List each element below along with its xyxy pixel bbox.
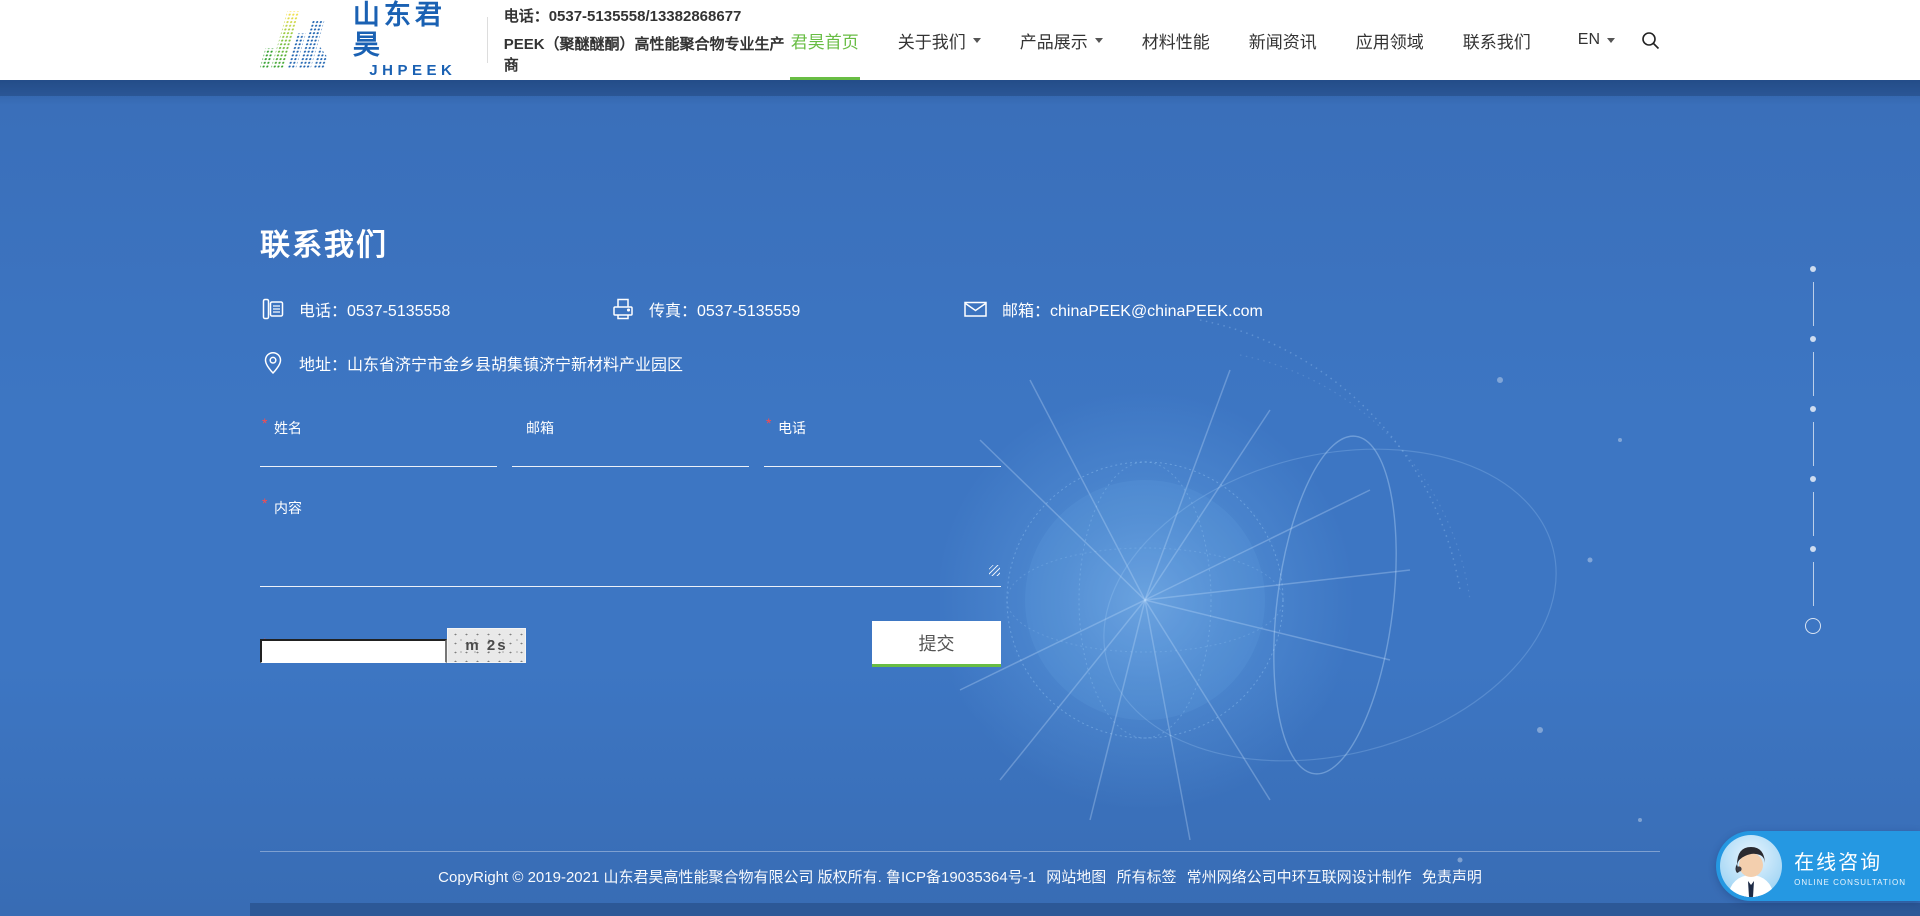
contact-hero-section: 联系我们 电话：0537-5135558	[0, 80, 1920, 916]
contact-email-text: 邮箱：chinaPEEK@chinaPEEK.com	[1002, 297, 1263, 321]
section-ring[interactable]	[1805, 618, 1821, 634]
nav-item-products[interactable]: 产品展示	[1019, 0, 1104, 80]
copyright-text: CopyRight © 2019-2021 山东君昊高性能聚合物有限公司 版权所…	[438, 869, 1036, 886]
contact-email: 邮箱：chinaPEEK@chinaPEEK.com	[962, 296, 1263, 322]
contact-phone: 电话：0537-5135558	[260, 296, 450, 322]
content-field-wrap: 内容	[260, 498, 1001, 582]
main-nav: 君昊首页 关于我们 产品展示 材料性能 新闻资讯 应用领域 联系我们	[790, 0, 1532, 80]
textarea-resize-handle[interactable]	[989, 565, 1000, 576]
footer-link-disclaimer[interactable]: 免责声明	[1422, 869, 1482, 886]
online-consultation-widget[interactable]: 在线咨询 ONLINE CONSULTATION	[1716, 831, 1920, 901]
email-field-wrap: 邮箱	[512, 418, 749, 463]
consultant-photo-icon	[1720, 835, 1782, 897]
contact-fax: 传真：0537-5135559	[610, 296, 800, 322]
footer-link-designer[interactable]: 常州网络公司中环互联网设计制作	[1187, 869, 1412, 886]
content-field-label: 内容	[274, 498, 1001, 518]
logo-bars-icon	[260, 8, 349, 72]
consultation-label-cn: 在线咨询	[1794, 846, 1906, 875]
page-title: 联系我们	[260, 220, 388, 264]
section-dot[interactable]	[1810, 336, 1816, 342]
captcha-image[interactable]: m 2s	[447, 628, 526, 663]
phone-field-label: 电话	[778, 418, 1001, 438]
section-dot[interactable]	[1810, 476, 1816, 482]
section-line	[1813, 352, 1814, 396]
nav-item-material[interactable]: 材料性能	[1141, 0, 1211, 80]
logo-text-cn: 山东君昊	[353, 1, 473, 60]
site-header: 山东君昊 JHPEEK 电话：0537-5135558/13382868677 …	[0, 0, 1920, 80]
search-button[interactable]	[1641, 31, 1660, 50]
company-logo[interactable]: 山东君昊 JHPEEK	[260, 1, 473, 78]
footer-link-tags[interactable]: 所有标签	[1116, 869, 1176, 886]
contact-fax-text: 传真：0537-5135559	[649, 297, 800, 321]
section-dot[interactable]	[1810, 266, 1816, 272]
contact-address: 地址：山东省济宁市金乡县胡集镇济宁新材料产业园区	[260, 350, 683, 376]
language-switcher[interactable]: EN	[1578, 31, 1615, 49]
footer-link-sitemap[interactable]: 网站地图	[1046, 869, 1106, 886]
section-dot[interactable]	[1810, 406, 1816, 412]
email-field-label: 邮箱	[526, 418, 749, 438]
email-input[interactable]	[512, 438, 749, 467]
captcha-field-wrap: 验证码	[260, 621, 447, 667]
section-line	[1813, 562, 1814, 606]
footer-divider	[260, 851, 1660, 852]
captcha-input[interactable]	[260, 639, 447, 663]
phone-field-wrap: 电话	[764, 418, 1001, 463]
section-line	[1813, 282, 1814, 326]
mail-icon	[962, 296, 989, 322]
nav-item-home[interactable]: 君昊首页	[790, 0, 860, 80]
chevron-down-icon	[1095, 38, 1103, 43]
logo-text-en: JHPEEK	[353, 62, 473, 79]
name-field-label: 姓名	[274, 418, 497, 438]
header-phone-line: 电话：0537-5135558/13382868677	[504, 5, 790, 26]
location-pin-icon	[260, 350, 286, 376]
header-tagline: PEEK（聚醚醚酮）高性能聚合物专业生产商	[504, 33, 790, 75]
section-dot[interactable]	[1810, 546, 1816, 552]
consultation-label-en: ONLINE CONSULTATION	[1794, 878, 1906, 887]
footer-copyright: CopyRight © 2019-2021 山东君昊高性能聚合物有限公司 版权所…	[260, 866, 1660, 887]
phone-icon	[260, 296, 286, 322]
chevron-down-icon	[1607, 38, 1615, 43]
captcha-text: m 2s	[465, 637, 507, 654]
submit-button[interactable]: 提交	[872, 621, 1001, 667]
header-divider	[487, 17, 488, 63]
section-indicator	[1805, 260, 1821, 634]
phone-input[interactable]	[764, 438, 1001, 467]
section-line	[1813, 422, 1814, 466]
nav-item-about[interactable]: 关于我们	[897, 0, 982, 80]
chevron-down-icon	[973, 38, 981, 43]
nav-item-news[interactable]: 新闻资讯	[1248, 0, 1318, 80]
contact-phone-text: 电话：0537-5135558	[299, 297, 450, 321]
search-icon	[1641, 31, 1660, 50]
nav-item-contact[interactable]: 联系我们	[1462, 0, 1532, 80]
contact-address-text: 地址：山东省济宁市金乡县胡集镇济宁新材料产业园区	[299, 351, 683, 375]
content-textarea[interactable]	[260, 518, 1001, 587]
consultant-avatar	[1720, 835, 1782, 897]
nav-item-applications[interactable]: 应用领域	[1355, 0, 1425, 80]
name-field-wrap: 姓名	[260, 418, 497, 463]
fax-icon	[610, 296, 636, 322]
name-input[interactable]	[260, 438, 497, 467]
bottom-shade-band	[250, 903, 1920, 916]
section-line	[1813, 492, 1814, 536]
